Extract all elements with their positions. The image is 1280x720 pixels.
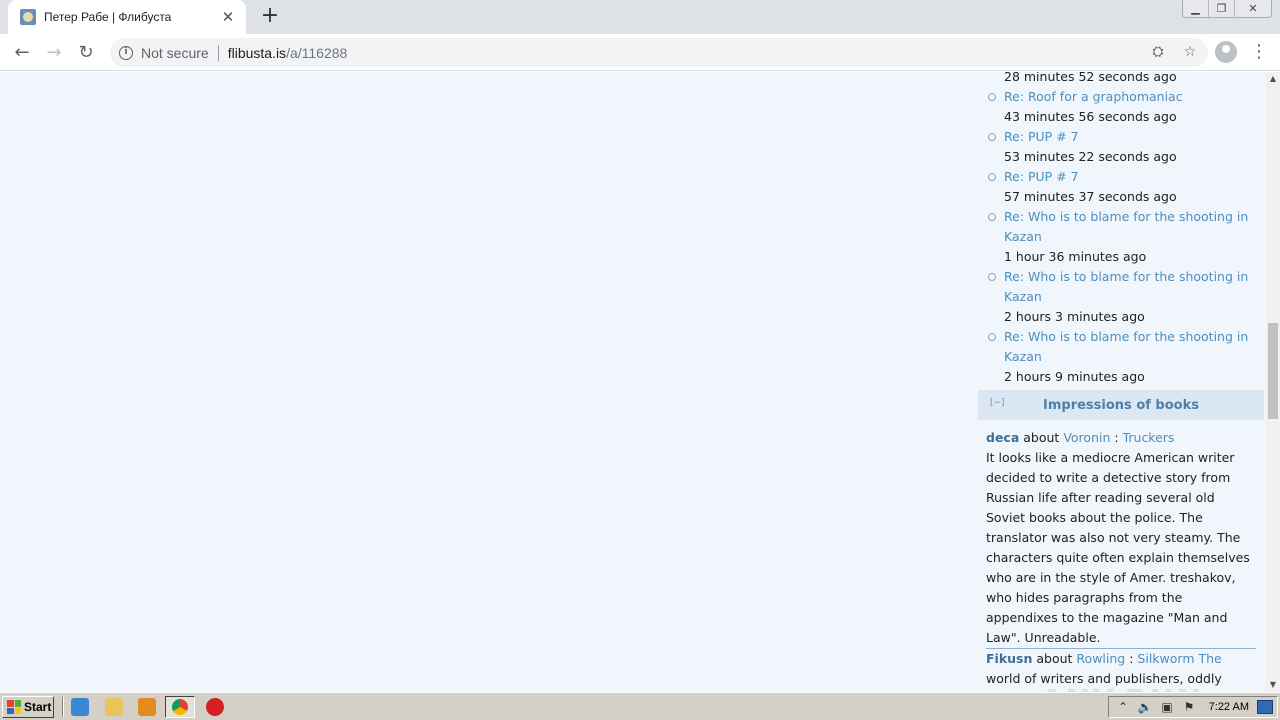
activity-item: Re: PUP # 7 57 minutes 37 seconds ago [988,167,1264,207]
impressions-list: deca about Voronin : Truckers It looks li… [978,420,1264,689]
activity-time: 2 hours 3 minutes ago [1004,309,1145,324]
sidebar: 28 minutes 52 seconds ago Re: Roof for a… [978,72,1264,692]
impression-book[interactable]: Silkworm The [1137,651,1221,666]
page-scrollbar[interactable]: ▲ ▼ [1266,72,1280,692]
impression-author[interactable]: Rowling [1076,651,1125,666]
activity-time: 1 hour 36 minutes ago [1004,249,1147,264]
activity-time: 53 minutes 22 seconds ago [1004,149,1177,164]
activity-link[interactable]: Re: Roof for a graphomaniac [1004,87,1264,107]
close-tab-icon[interactable]: ✕ [220,9,236,25]
network-icon[interactable]: ▣ [1159,699,1175,715]
bullet-icon [988,93,996,101]
bullet-icon [988,133,996,141]
bullet-icon [988,333,996,341]
show-desktop-icon[interactable] [1257,700,1273,714]
browser-toolbar: ← → ↻ i Not secure flibusta.is/a/116288 … [0,34,1280,71]
bullet-icon [988,213,996,221]
activity-link[interactable]: Re: Who is to blame for the shooting in … [1004,267,1264,307]
impressions-title: Impressions of books [1043,397,1199,413]
profile-avatar-icon[interactable] [1215,41,1237,63]
activity-link[interactable]: Re: PUP # 7 [1004,167,1264,187]
impression-entry: deca about Voronin : Truckers It looks li… [986,428,1256,649]
info-icon[interactable]: i [119,45,133,60]
close-window-icon[interactable]: ✕ [1235,0,1271,17]
watermark-logo: ANY.RUN [1040,684,1203,692]
chrome-icon [172,699,188,715]
activity-item: Re: PUP # 7 53 minutes 22 seconds ago [988,127,1264,167]
new-tab-button[interactable]: + [258,5,282,29]
activity-item: Re: Roof for a graphomaniac 43 minutes 56… [988,87,1264,127]
impressions-header: [−] Impressions of books [978,390,1264,420]
minimize-icon[interactable]: ▁ [1183,0,1209,17]
activity-link[interactable]: Re: Who is to blame for the shooting in … [1004,207,1264,247]
impression-author[interactable]: Voronin [1063,430,1110,445]
scroll-up-icon[interactable]: ▲ [1266,72,1280,86]
browser-tab[interactable]: Петер Рабе | Флибуста ✕ [8,0,246,34]
start-label: Start [24,700,52,714]
bookmark-star-icon[interactable]: ☆ [1180,42,1200,62]
tab-title: Петер Рабе | Флибуста [44,10,172,24]
chrome-taskbar-button[interactable] [165,696,195,718]
activity-item: Re: Who is to blame for the shooting in … [988,327,1264,387]
site-favicon-icon [20,9,36,25]
activity-link[interactable]: Re: Who is to blame for the shooting in … [1004,327,1264,367]
ie-icon[interactable] [71,698,89,716]
taskbar: Start ⌃ 🔈 ▣ ⚑ 7:22 AM [0,692,1280,720]
reload-icon[interactable]: ↻ [73,40,99,66]
activity-item: Re: Who is to blame for the shooting in … [988,267,1264,327]
action-center-flag-icon[interactable]: ⚑ [1181,699,1197,715]
forward-arrow-icon[interactable]: → [41,40,67,66]
scroll-down-icon[interactable]: ▼ [1266,678,1280,692]
activity-time: 2 hours 9 minutes ago [1004,369,1145,384]
window-controls: ▁ ❐ ✕ [1182,0,1272,18]
back-arrow-icon[interactable]: ← [9,40,35,66]
impression-user[interactable]: deca [986,430,1019,445]
scroll-thumb[interactable] [1268,323,1278,419]
url-divider [217,44,219,61]
bullet-icon [988,273,996,281]
impression-text: It looks like a mediocre American writer… [986,450,1250,645]
impression-entry: Fikusn about Rowling : Silkworm The worl… [986,649,1256,689]
colon: : [1114,430,1119,445]
windows-logo-icon [7,700,21,714]
browser-menu-icon[interactable]: ⋮ [1250,40,1268,64]
activity-time: 43 minutes 56 seconds ago [1004,109,1177,124]
url-path: /a/116288 [286,44,348,61]
tab-strip: Петер Рабе | Флибуста ✕ + ▁ ❐ ✕ [0,0,1280,34]
impression-book[interactable]: Truckers [1123,430,1175,445]
activity-time: 57 minutes 37 seconds ago [1004,189,1177,204]
bullet-icon [988,173,996,181]
system-tray: ⌃ 🔈 ▣ ⚑ 7:22 AM [1108,696,1278,718]
restore-icon[interactable]: ❐ [1209,0,1235,17]
opera-icon[interactable] [206,698,224,716]
colon: : [1129,651,1134,666]
collapse-toggle[interactable]: [−] [990,398,1005,408]
page-viewport: 28 minutes 52 seconds ago Re: Roof for a… [0,72,1266,692]
start-button[interactable]: Start [2,696,54,718]
taskbar-divider [62,697,64,717]
folder-icon[interactable] [105,698,123,716]
not-secure-label: Not secure [141,44,209,61]
about-label: about [1023,430,1060,445]
address-bar[interactable]: i Not secure flibusta.is/a/116288 ⛭ ☆ [110,38,1208,67]
activity-time: 28 minutes 52 seconds ago [1004,72,1177,84]
activity-item: Re: Who is to blame for the shooting in … [988,207,1264,267]
translate-icon[interactable]: ⛭ [1148,42,1168,62]
clock[interactable]: 7:22 AM [1209,701,1249,713]
activity-link[interactable]: Re: PUP # 7 [1004,127,1264,147]
media-player-icon[interactable] [138,698,156,716]
about-label: about [1036,651,1073,666]
impression-user[interactable]: Fikusn [986,651,1032,666]
volume-icon[interactable]: 🔈 [1137,699,1153,715]
activity-list: Re: Roof for a graphomaniac 43 minutes 56… [978,87,1264,387]
url-host: flibusta.is [227,44,287,61]
tray-expand-icon[interactable]: ⌃ [1115,699,1131,715]
